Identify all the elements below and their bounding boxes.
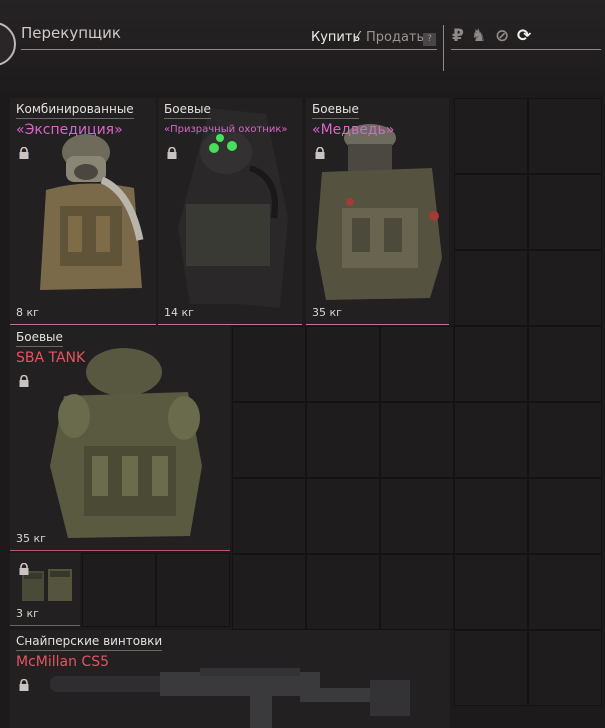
top-bar: Перекупщик Купить ⁄ Продать ? ₽ ♞ ⊘ ⟳ <box>0 0 605 95</box>
empty-grid-cell[interactable] <box>306 402 380 478</box>
empty-grid-cell[interactable] <box>528 98 602 174</box>
item-category: Боевые <box>312 102 359 119</box>
empty-grid-cell[interactable] <box>454 630 528 706</box>
item-card-bear[interactable]: Боевые «Медведь» 35 кг <box>306 98 449 325</box>
empty-grid-cell[interactable] <box>82 553 156 627</box>
tab-buy[interactable]: Купить <box>311 30 360 45</box>
item-name: «Призрачный охотник» <box>164 124 288 135</box>
item-name: SBA TANK <box>16 350 86 366</box>
empty-grid-cell[interactable] <box>232 478 306 554</box>
empty-grid-cell[interactable] <box>380 326 454 402</box>
empty-grid-cell[interactable] <box>528 402 602 478</box>
empty-grid-cell[interactable] <box>306 478 380 554</box>
item-card-sba-tank[interactable]: Боевые SBA TANK 35 кг <box>10 326 230 551</box>
empty-grid-cell[interactable] <box>380 554 454 630</box>
help-icon[interactable]: ? <box>423 33 436 46</box>
empty-grid-cell[interactable] <box>232 402 306 478</box>
item-name: McMillan CS5 <box>16 654 109 670</box>
item-weight: 8 кг <box>16 306 39 319</box>
empty-grid-cell[interactable] <box>454 98 528 174</box>
item-category: Комбинированные <box>16 102 134 119</box>
tab-sell[interactable]: Продать <box>366 30 424 45</box>
empty-grid-cell[interactable] <box>156 553 230 627</box>
coin-icon[interactable]: ⊘ <box>495 26 509 46</box>
empty-grid-cell[interactable] <box>528 174 602 250</box>
empty-grid-cell[interactable] <box>306 326 380 402</box>
seller-title: Перекупщик <box>21 24 121 42</box>
item-card-expedition[interactable]: Комбинированные «Экспедиция» 8 кг <box>10 98 156 325</box>
currency-divider <box>451 49 601 50</box>
empty-grid-cell[interactable] <box>380 402 454 478</box>
empty-grid-cell[interactable] <box>454 554 528 630</box>
mcmillan-cs5-rifle-image <box>50 668 410 728</box>
item-card-pouch[interactable]: 3 кг <box>10 553 80 626</box>
empty-grid-cell[interactable] <box>380 478 454 554</box>
item-name: «Экспедиция» <box>16 122 123 138</box>
item-weight: 3 кг <box>16 607 39 620</box>
empty-grid-cell[interactable] <box>454 478 528 554</box>
empty-grid-cell[interactable] <box>528 554 602 630</box>
lock-icon <box>315 147 325 159</box>
empty-grid-cell[interactable] <box>528 478 602 554</box>
empty-grid-cell[interactable] <box>232 326 306 402</box>
item-weight: 35 кг <box>312 306 342 319</box>
header-vertical-separator <box>443 25 444 71</box>
empty-grid-cell[interactable] <box>454 326 528 402</box>
item-category: Боевые <box>164 102 211 119</box>
item-card-ghost-hunter[interactable]: Боевые «Призрачный охотник» 14 кг <box>158 98 302 325</box>
item-card-mcmillan-cs5[interactable]: Снайперские винтовки McMillan CS5 <box>10 630 450 728</box>
lock-icon <box>19 375 29 387</box>
barter-icon[interactable]: ♞ <box>471 26 486 46</box>
item-category: Снайперские винтовки <box>16 634 163 651</box>
lock-icon <box>19 563 29 575</box>
empty-grid-cell[interactable] <box>454 250 528 326</box>
refresh-icon[interactable]: ⟳ <box>517 26 531 46</box>
empty-grid-cell[interactable] <box>454 402 528 478</box>
empty-grid-cell[interactable] <box>528 630 602 706</box>
header-divider <box>21 49 437 50</box>
ghost-hunter-armor-image <box>178 108 288 308</box>
lock-icon <box>19 147 29 159</box>
tab-separator: ⁄ <box>356 28 359 46</box>
trader-avatar[interactable] <box>0 22 16 66</box>
empty-grid-cell[interactable] <box>306 554 380 630</box>
empty-grid-cell[interactable] <box>528 250 602 326</box>
item-category: Боевые <box>16 330 63 347</box>
item-name: «Медведь» <box>312 122 395 138</box>
lock-icon <box>19 679 29 691</box>
empty-grid-cell[interactable] <box>528 326 602 402</box>
expedition-armor-image <box>40 134 144 290</box>
item-weight: 35 кг <box>16 532 46 545</box>
item-weight: 14 кг <box>164 306 194 319</box>
ruble-icon[interactable]: ₽ <box>452 26 464 46</box>
empty-grid-cell[interactable] <box>454 174 528 250</box>
empty-grid-cell[interactable] <box>232 554 306 630</box>
sba-tank-armor-image <box>50 348 202 538</box>
lock-icon <box>167 147 177 159</box>
bear-armor-image <box>316 124 442 300</box>
